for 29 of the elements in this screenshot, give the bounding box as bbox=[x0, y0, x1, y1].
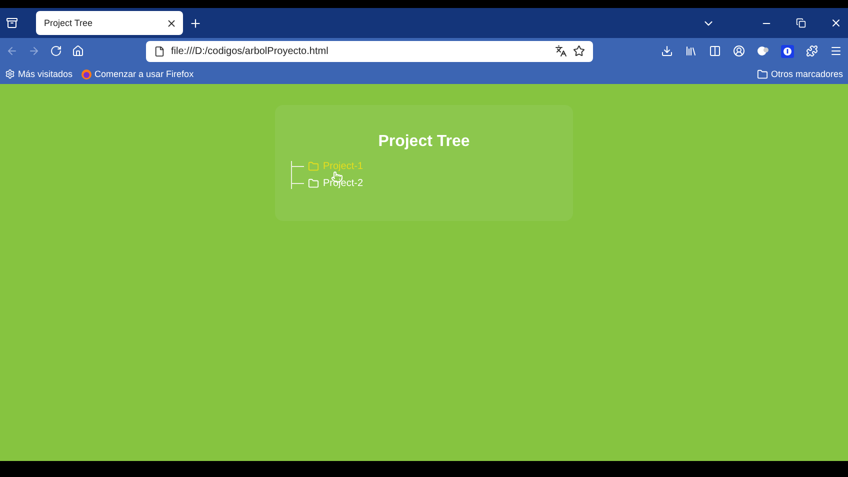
page-icon bbox=[154, 46, 165, 56]
bookmark-link[interactable]: Más visitados bbox=[5, 69, 73, 79]
folder-icon bbox=[308, 161, 319, 172]
sidebar-icon[interactable] bbox=[709, 45, 721, 57]
star-icon[interactable] bbox=[573, 45, 585, 57]
tab-overview-icon[interactable] bbox=[6, 17, 18, 29]
library-icon[interactable] bbox=[685, 45, 697, 57]
page-heading: Project Tree bbox=[377, 133, 471, 151]
browser-logo-icon bbox=[80, 68, 92, 80]
close-tab-icon[interactable] bbox=[166, 18, 177, 28]
menu-icon[interactable] bbox=[830, 45, 842, 57]
reload-icon[interactable] bbox=[50, 45, 62, 57]
address-field[interactable]: file:///D:/codigos/arbolProyecto.html bbox=[146, 40, 593, 62]
extensions-icon[interactable] bbox=[806, 45, 818, 57]
bookmark-link[interactable]: Comenzar a usar Firefox bbox=[80, 68, 194, 80]
folder-icon bbox=[756, 68, 768, 80]
browser-tab[interactable]: Project Tree bbox=[36, 11, 183, 35]
translate-icon[interactable] bbox=[555, 45, 567, 57]
folder-icon bbox=[308, 178, 319, 189]
password-manager-icon[interactable] bbox=[781, 44, 794, 58]
tab-title: Project Tree bbox=[44, 18, 93, 28]
account-icon[interactable] bbox=[733, 45, 745, 57]
close-icon[interactable] bbox=[830, 17, 842, 29]
restore-icon[interactable] bbox=[796, 18, 806, 28]
new-tab-icon[interactable] bbox=[189, 16, 202, 30]
download-icon[interactable] bbox=[661, 45, 673, 57]
gear-icon bbox=[5, 69, 15, 79]
other-bookmarks-link[interactable]: Otros marcadores bbox=[756, 68, 843, 80]
home-icon[interactable] bbox=[72, 45, 84, 57]
